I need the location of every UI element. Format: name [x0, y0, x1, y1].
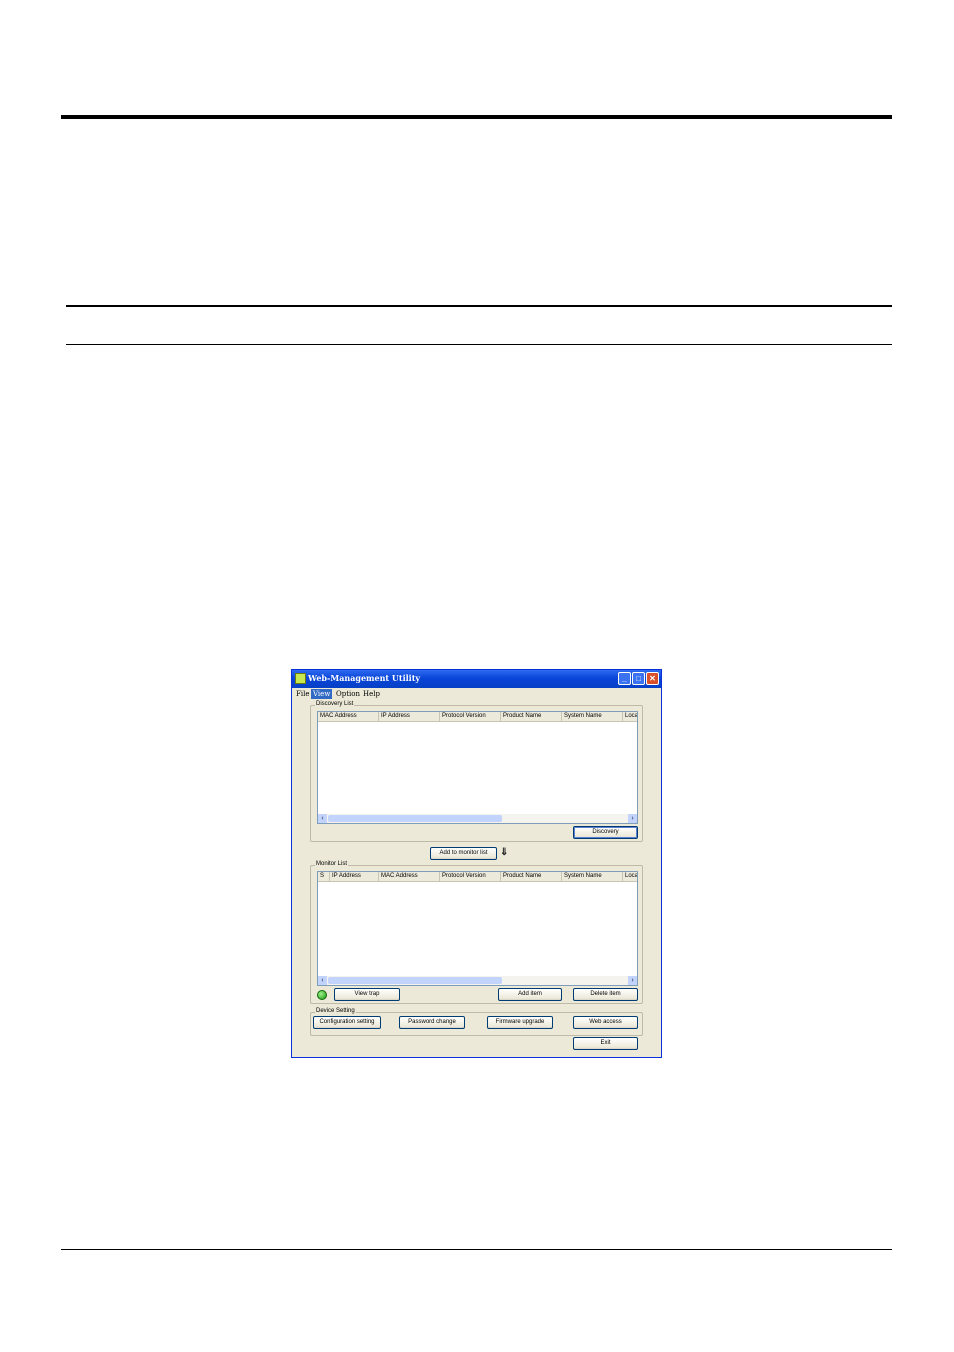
col-system-name[interactable]: System Name: [562, 712, 623, 721]
menu-bar: File View Option Help: [292, 688, 661, 699]
discovery-list[interactable]: MAC Address IP Address Protocol Version …: [317, 711, 638, 824]
close-button[interactable]: ✕: [646, 672, 659, 685]
col-status[interactable]: S: [318, 872, 330, 881]
col-protocol-version[interactable]: Protocol Version: [440, 712, 501, 721]
web-management-utility-window: Web-Management Utility _ □ ✕ File View O…: [291, 669, 662, 1058]
discovery-button[interactable]: Discovery: [573, 826, 638, 839]
scroll-right-icon[interactable]: ›: [628, 976, 637, 985]
status-led-icon: [317, 990, 327, 1000]
col-product-name[interactable]: Product Name: [501, 872, 562, 881]
section-rule-top: [66, 305, 892, 307]
title-bar[interactable]: Web-Management Utility _ □ ✕: [292, 670, 661, 688]
scroll-left-icon[interactable]: ‹: [318, 976, 327, 985]
password-change-button[interactable]: Password change: [399, 1016, 465, 1029]
add-item-button[interactable]: Add item: [498, 988, 562, 1001]
window-title: Web-Management Utility: [308, 673, 421, 683]
monitor-horizontal-scrollbar[interactable]: ‹ ›: [318, 976, 637, 985]
device-setting-label: Device Setting: [315, 1007, 356, 1016]
col-location[interactable]: Loca: [623, 712, 637, 721]
footer-rule: [61, 1249, 892, 1250]
top-heavy-rule: [61, 115, 892, 119]
menu-file[interactable]: File: [294, 689, 311, 699]
monitor-list[interactable]: S IP Address MAC Address Protocol Versio…: [317, 871, 638, 986]
scroll-left-icon[interactable]: ‹: [318, 814, 327, 823]
down-arrow-icon: ⇓: [500, 847, 509, 858]
menu-option[interactable]: Option: [334, 689, 362, 699]
discovery-horizontal-scrollbar[interactable]: ‹ ›: [318, 814, 637, 823]
section-rule-bottom: [66, 344, 892, 345]
col-protocol-version[interactable]: Protocol Version: [440, 872, 501, 881]
minimize-button[interactable]: _: [618, 672, 631, 685]
maximize-button[interactable]: □: [632, 672, 645, 685]
app-icon: [295, 673, 306, 684]
col-mac-address[interactable]: MAC Address: [379, 872, 440, 881]
monitor-list-label: Monitor List: [315, 860, 349, 869]
add-to-monitor-list-button[interactable]: Add to monitor list: [430, 847, 497, 860]
col-mac-address[interactable]: MAC Address: [318, 712, 379, 721]
delete-item-button[interactable]: Delete item: [573, 988, 638, 1001]
col-location[interactable]: Loca: [623, 872, 637, 881]
discovery-list-label: Discovery List: [315, 700, 355, 709]
scroll-thumb[interactable]: [328, 815, 502, 822]
menu-view[interactable]: View: [311, 689, 333, 699]
col-ip-address[interactable]: IP Address: [330, 872, 379, 881]
discovery-list-header: MAC Address IP Address Protocol Version …: [318, 712, 637, 722]
scroll-thumb[interactable]: [328, 977, 502, 984]
firmware-upgrade-button[interactable]: Firmware upgrade: [487, 1016, 553, 1029]
monitor-list-header: S IP Address MAC Address Protocol Versio…: [318, 872, 637, 882]
scroll-right-icon[interactable]: ›: [628, 814, 637, 823]
exit-button[interactable]: Exit: [573, 1037, 638, 1050]
web-access-button[interactable]: Web access: [573, 1016, 638, 1029]
col-product-name[interactable]: Product Name: [501, 712, 562, 721]
configuration-setting-button[interactable]: Configuration setting: [313, 1016, 381, 1029]
col-system-name[interactable]: System Name: [562, 872, 623, 881]
view-trap-button[interactable]: View trap: [334, 988, 400, 1001]
col-ip-address[interactable]: IP Address: [379, 712, 440, 721]
menu-help[interactable]: Help: [361, 689, 382, 699]
